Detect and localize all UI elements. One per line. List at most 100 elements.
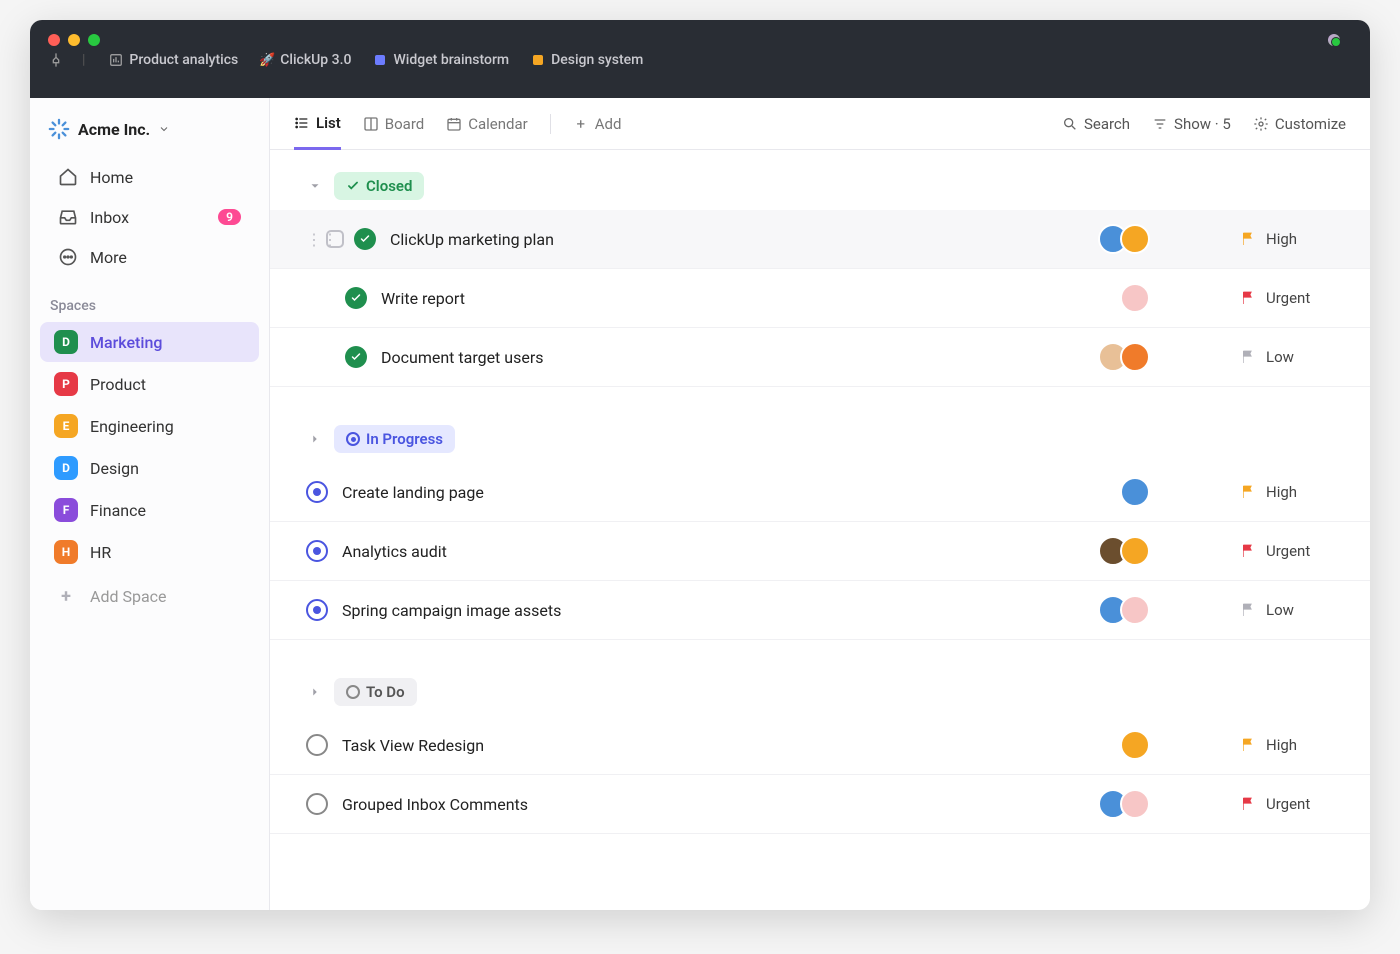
priority-label: High	[1266, 736, 1297, 754]
view-tab-calendar[interactable]: Calendar	[446, 98, 528, 150]
task-row[interactable]: Spring campaign image assets Low	[270, 581, 1370, 640]
task-title[interactable]: ClickUp marketing plan	[390, 230, 1098, 249]
workspace-switcher[interactable]: Acme Inc.	[30, 110, 269, 156]
task-row[interactable]: Create landing page High	[270, 463, 1370, 522]
task-status-dot[interactable]	[306, 481, 328, 503]
task-status-dot[interactable]	[306, 793, 328, 815]
task-row[interactable]: Document target users Low	[270, 328, 1370, 387]
status-pill[interactable]: Closed	[334, 172, 424, 200]
space-label: Engineering	[90, 417, 174, 436]
tab-icon	[531, 53, 545, 67]
user-avatar[interactable]	[1328, 34, 1340, 46]
sidebar-space-engineering[interactable]: EEngineering	[40, 406, 259, 446]
space-badge: D	[54, 456, 78, 480]
customize-button[interactable]: Customize	[1253, 115, 1346, 133]
gear-icon	[1253, 116, 1269, 132]
sidebar-space-product[interactable]: PProduct	[40, 364, 259, 404]
priority-cell[interactable]: High	[1240, 483, 1350, 501]
assignee-list	[1120, 477, 1150, 507]
flag-icon	[1240, 484, 1256, 500]
task-row[interactable]: ⋮⋮ ClickUp marketing plan High	[270, 210, 1370, 269]
assignee-avatar[interactable]	[1120, 342, 1150, 372]
task-title[interactable]: Create landing page	[342, 483, 1120, 502]
priority-cell[interactable]: Urgent	[1240, 542, 1350, 560]
list-icon	[294, 115, 310, 131]
priority-cell[interactable]: High	[1240, 230, 1350, 248]
pinned-tab[interactable]: 🚀ClickUp 3.0	[260, 52, 351, 68]
task-status-dot[interactable]	[306, 734, 328, 756]
maximize-window[interactable]	[88, 34, 100, 46]
add-space-button[interactable]: + Add Space	[40, 576, 259, 616]
sidebar-space-finance[interactable]: FFinance	[40, 490, 259, 530]
task-row[interactable]: Task View Redesign High	[270, 716, 1370, 775]
task-status-dot[interactable]	[345, 346, 367, 368]
sidebar-nav-home[interactable]: Home	[40, 158, 259, 196]
assignee-avatar[interactable]	[1120, 789, 1150, 819]
sidebar-nav-inbox[interactable]: Inbox9	[40, 198, 259, 236]
priority-label: Low	[1266, 348, 1294, 366]
task-title[interactable]: Document target users	[381, 348, 1098, 367]
tab-divider: |	[82, 52, 85, 68]
search-button[interactable]: Search	[1062, 115, 1130, 133]
priority-label: Urgent	[1266, 542, 1310, 560]
task-status-dot[interactable]	[306, 599, 328, 621]
assignee-avatar[interactable]	[1120, 536, 1150, 566]
pin-icon[interactable]	[48, 52, 64, 68]
assignee-avatar[interactable]	[1120, 224, 1150, 254]
filter-icon	[1152, 116, 1168, 132]
window-controls	[30, 20, 1370, 52]
priority-cell[interactable]: Low	[1240, 601, 1350, 619]
sidebar-space-marketing[interactable]: DMarketing	[40, 322, 259, 362]
pinned-tab[interactable]: Widget brainstorm	[373, 52, 509, 68]
status-group-header[interactable]: In Progress	[270, 415, 1370, 463]
task-row[interactable]: Analytics audit Urgent	[270, 522, 1370, 581]
task-title[interactable]: Write report	[381, 289, 1120, 308]
task-row[interactable]: Write report Urgent	[270, 269, 1370, 328]
task-row[interactable]: Grouped Inbox Comments Urgent	[270, 775, 1370, 834]
pinned-tab[interactable]: Product analytics	[109, 52, 238, 68]
flag-icon	[1240, 231, 1256, 247]
task-title[interactable]: Spring campaign image assets	[342, 601, 1098, 620]
collapse-toggle[interactable]	[306, 177, 324, 195]
task-title[interactable]: Analytics audit	[342, 542, 1098, 561]
assignee-list	[1120, 730, 1150, 760]
task-status-dot[interactable]	[306, 540, 328, 562]
status-group-header[interactable]: To Do	[270, 668, 1370, 716]
task-status-dot[interactable]	[354, 228, 376, 250]
view-tab-board[interactable]: Board	[363, 98, 424, 150]
task-title[interactable]: Task View Redesign	[342, 736, 1120, 755]
sidebar-space-design[interactable]: DDesign	[40, 448, 259, 488]
sidebar-nav-more[interactable]: More	[40, 238, 259, 276]
priority-cell[interactable]: High	[1240, 736, 1350, 754]
assignee-avatar[interactable]	[1120, 283, 1150, 313]
priority-cell[interactable]: Urgent	[1240, 289, 1350, 307]
priority-cell[interactable]: Low	[1240, 348, 1350, 366]
priority-cell[interactable]: Urgent	[1240, 795, 1350, 813]
task-status-dot[interactable]	[345, 287, 367, 309]
status-pill[interactable]: In Progress	[334, 425, 455, 453]
collapse-toggle[interactable]	[306, 683, 324, 701]
close-window[interactable]	[48, 34, 60, 46]
assignee-list	[1098, 536, 1150, 566]
tab-label: Widget brainstorm	[393, 52, 509, 68]
collapse-toggle[interactable]	[306, 430, 324, 448]
add-view-button[interactable]: + Add	[573, 98, 622, 150]
task-checkbox[interactable]	[326, 230, 344, 248]
assignee-avatar[interactable]	[1120, 730, 1150, 760]
view-tab-label: Calendar	[468, 115, 528, 133]
drag-handle-icon[interactable]: ⋮⋮	[306, 230, 320, 249]
status-group-header[interactable]: Closed	[270, 162, 1370, 210]
status-pill[interactable]: To Do	[334, 678, 417, 706]
assignee-avatar[interactable]	[1120, 595, 1150, 625]
status-label: Closed	[366, 177, 412, 195]
space-label: Finance	[90, 501, 146, 520]
show-label: Show · 5	[1174, 115, 1231, 133]
show-button[interactable]: Show · 5	[1152, 115, 1231, 133]
app-body: Acme Inc. HomeInbox9More Spaces DMarketi…	[30, 98, 1370, 910]
pinned-tab[interactable]: Design system	[531, 52, 643, 68]
view-tab-list[interactable]: List	[294, 98, 341, 150]
sidebar-space-hr[interactable]: HHR	[40, 532, 259, 572]
assignee-avatar[interactable]	[1120, 477, 1150, 507]
task-title[interactable]: Grouped Inbox Comments	[342, 795, 1098, 814]
minimize-window[interactable]	[68, 34, 80, 46]
